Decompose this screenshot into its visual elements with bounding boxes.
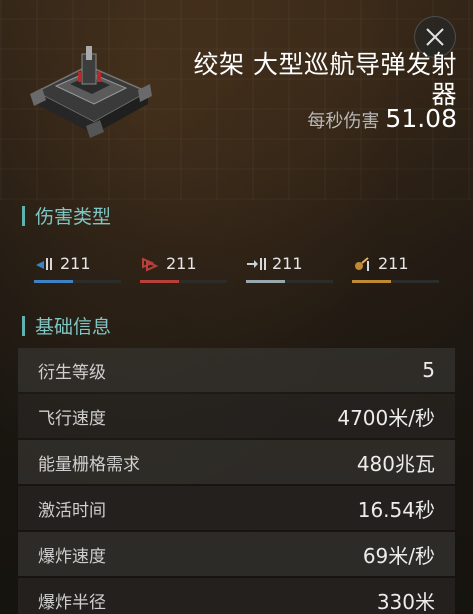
damage-bar [34,280,121,283]
attr-row-meta-level: 衍生等级 5 [18,348,455,392]
damage-type-em: 211 [34,254,130,283]
damage-value: 211 [272,254,303,273]
attr-name: 激活时间 [38,500,106,521]
kinetic-damage-icon [247,258,266,270]
explosive-damage-icon [355,257,369,271]
basic-info-header: 基础信息 [22,312,111,339]
damage-bar [246,280,333,283]
launcher-turret-image [30,46,152,138]
section-marker [22,205,25,226]
section-title: 伤害类型 [35,206,112,228]
attr-row-flight-speed: 飞行速度 4700米/秒 [18,394,455,438]
attr-name: 能量栅格需求 [38,454,140,475]
item-title: 绞架 大型巡航导弹发射器 [193,50,457,109]
attr-value: 69米/秒 [362,543,435,568]
damage-value: 211 [378,254,409,273]
damage-type-explosive: 211 [352,254,448,283]
attr-row-explosion-velocity: 爆炸速度 69米/秒 [18,532,455,576]
dps-row: 每秒伤害 51.08 [240,104,457,133]
damage-type-thermal: 211 [140,254,236,283]
attr-name: 爆炸半径 [38,592,106,613]
damage-bar-fill [352,280,392,283]
attr-value: 330米 [376,589,435,614]
close-icon [426,28,444,46]
damage-bar-fill [246,280,286,283]
damage-types-row: 211 211 211 211 [0,248,473,288]
section-title: 基础信息 [35,316,112,338]
attr-value: 480兆瓦 [356,451,435,476]
attr-row-powergrid: 能量栅格需求 480兆瓦 [18,440,455,484]
attr-name: 飞行速度 [38,408,106,429]
attribute-list: 衍生等级 5 飞行速度 4700米/秒 能量栅格需求 480兆瓦 激活时间 16… [18,348,455,614]
damage-bar-fill [140,280,180,283]
section-marker [22,315,25,336]
dps-label: 每秒伤害 [307,111,380,132]
dps-value: 51.08 [385,104,457,133]
damage-bar [352,280,439,283]
attr-value: 5 [422,358,435,382]
item-info-panel: 绞架 大型巡航导弹发射器 每秒伤害 51.08 伤害类型 211 211 211… [0,0,473,614]
attr-row-explosion-radius: 爆炸半径 330米 [18,578,455,614]
attr-value: 16.54秒 [357,497,435,522]
damage-value: 211 [60,254,91,273]
attr-name: 衍生等级 [38,362,106,383]
damage-value: 211 [166,254,197,273]
attr-row-activation-time: 激活时间 16.54秒 [18,486,455,530]
damage-bar-fill [34,280,74,283]
damage-type-header: 伤害类型 [22,202,111,229]
damage-type-kinetic: 211 [246,254,342,283]
attr-name: 爆炸速度 [38,546,106,567]
thermal-damage-icon [142,257,159,272]
em-damage-icon [36,258,52,270]
damage-bar [140,280,227,283]
attr-value: 4700米/秒 [337,405,435,430]
